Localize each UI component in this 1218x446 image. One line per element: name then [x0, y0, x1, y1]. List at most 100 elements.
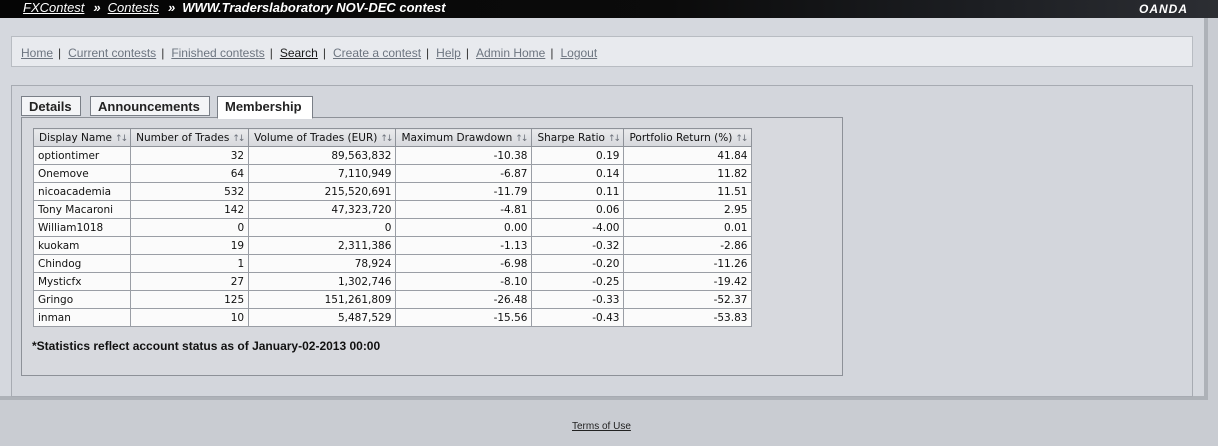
- column-header-label: Number of Trades: [136, 131, 230, 144]
- nav-logout-link[interactable]: Logout: [560, 46, 597, 60]
- stat-cell: 11.82: [623, 164, 753, 183]
- tab-membership[interactable]: Membership: [217, 96, 313, 119]
- column-header-display-name[interactable]: Display Name ↑↓: [32, 128, 132, 147]
- stat-cell: 0.01: [623, 218, 753, 237]
- stat-cell: -4.81: [395, 200, 533, 219]
- stat-cell: 11.51: [623, 182, 753, 201]
- nav-admin-home-link[interactable]: Admin Home: [476, 46, 545, 60]
- table-row: Tony Macaroni 142 47,323,720 -4.81 0.06 2.95: [32, 200, 753, 219]
- stat-cell: 125: [130, 290, 250, 309]
- column-header-label: Volume of Trades (EUR): [254, 131, 378, 144]
- stat-cell: -0.33: [531, 290, 625, 309]
- stat-cell: 215,520,691: [248, 182, 397, 201]
- breadcrumb-current: WWW.Traderslaboratory NOV-DEC contest: [182, 0, 446, 15]
- tab-announcements[interactable]: Announcements: [90, 96, 210, 116]
- table-row: nicoacademia 532 215,520,691 -11.79 0.11 11.5…: [32, 182, 753, 201]
- tab-details[interactable]: Details: [21, 96, 81, 116]
- nav-help-link[interactable]: Help: [436, 46, 461, 60]
- stat-cell: -6.98: [395, 254, 533, 273]
- stat-cell: -53.83: [623, 308, 753, 327]
- statistics-footnote: *Statistics reflect account status as of…: [32, 339, 381, 353]
- column-header-volume-of-trades[interactable]: Volume of Trades (EUR) ↑↓: [248, 128, 397, 147]
- stat-cell: -0.32: [531, 236, 625, 255]
- stat-cell: -26.48: [395, 290, 533, 309]
- member-name-cell: Gringo: [32, 290, 132, 309]
- stat-cell: 78,924: [248, 254, 397, 273]
- membership-panel: Display Name ↑↓ Number of Trades ↑↓ Volume…: [21, 117, 843, 376]
- stat-cell: 0: [130, 218, 250, 237]
- column-header-label: Portfolio Return (%): [629, 131, 733, 144]
- stat-cell: 41.84: [623, 146, 753, 165]
- nav-search-link[interactable]: Search: [280, 46, 318, 60]
- stat-cell: 1: [130, 254, 250, 273]
- table-row: kuokam 19 2,311,386 -1.13 -0.32 -2.86: [32, 236, 753, 255]
- stat-cell: -11.26: [623, 254, 753, 273]
- stat-cell: 7,110,949: [248, 164, 397, 183]
- stat-cell: 151,261,809: [248, 290, 397, 309]
- stat-cell: -11.79: [395, 182, 533, 201]
- table-row: optiontimer 32 89,563,832 -10.38 0.19 41.84: [32, 146, 753, 165]
- table-row: inman 10 5,487,529 -15.56 -0.43 -53.83: [32, 308, 753, 327]
- stat-cell: 27: [130, 272, 250, 291]
- stat-cell: 89,563,832: [248, 146, 397, 165]
- nav-separator: |: [426, 46, 430, 60]
- sort-arrows-icon[interactable]: ↑↓: [515, 134, 528, 144]
- column-header-label: Display Name: [39, 131, 113, 144]
- member-name-cell: William1018: [32, 218, 132, 237]
- sort-arrows-icon[interactable]: ↑↓: [608, 134, 621, 144]
- terms-of-use-link[interactable]: Terms of Use: [572, 421, 631, 432]
- member-name-cell: inman: [32, 308, 132, 327]
- nav-finished-contests-link[interactable]: Finished contests: [171, 46, 264, 60]
- column-header-maximum-drawdown[interactable]: Maximum Drawdown ↑↓: [395, 128, 533, 147]
- stat-cell: 532: [130, 182, 250, 201]
- stat-cell: 19: [130, 236, 250, 255]
- stat-cell: 0: [248, 218, 397, 237]
- stat-cell: -8.10: [395, 272, 533, 291]
- nav-current-contests-link[interactable]: Current contests: [68, 46, 156, 60]
- top-bar: FXContest » Contests » WWW.Traderslaboratory…: [0, 0, 1218, 18]
- main-nav: Home | Current contests | Finished contests |…: [11, 36, 1193, 67]
- oanda-logo: OANDA: [1139, 2, 1188, 16]
- sort-arrows-icon[interactable]: ↑↓: [380, 134, 393, 144]
- table-row: Onemove 64 7,110,949 -6.87 0.14 11.82: [32, 164, 753, 183]
- stat-cell: 64: [130, 164, 250, 183]
- breadcrumb-contests-link[interactable]: Contests: [108, 0, 159, 15]
- table-row: William1018 0 0 0.00 -4.00 0.01: [32, 218, 753, 237]
- sort-arrows-icon[interactable]: ↑↓: [115, 134, 128, 144]
- sort-arrows-icon[interactable]: ↑↓: [735, 134, 748, 144]
- membership-table: Display Name ↑↓ Number of Trades ↑↓ Volume…: [32, 128, 753, 327]
- column-header-label: Maximum Drawdown: [401, 131, 513, 144]
- column-header-number-of-trades[interactable]: Number of Trades ↑↓: [130, 128, 250, 147]
- nav-create-contest-link[interactable]: Create a contest: [333, 46, 421, 60]
- table-row: Chindog 1 78,924 -6.98 -0.20 -11.26: [32, 254, 753, 273]
- stat-cell: -10.38: [395, 146, 533, 165]
- stat-cell: 10: [130, 308, 250, 327]
- stat-cell: 47,323,720: [248, 200, 397, 219]
- breadcrumb-separator: »: [93, 0, 101, 15]
- breadcrumb-fxcontest-link[interactable]: FXContest: [23, 0, 84, 15]
- stat-cell: 0.11: [531, 182, 625, 201]
- table-row: Mysticfx 27 1,302,746 -8.10 -0.25 -19.42: [32, 272, 753, 291]
- column-header-portfolio-return[interactable]: Portfolio Return (%) ↑↓: [623, 128, 753, 147]
- breadcrumb-separator: »: [167, 0, 176, 15]
- member-name-cell: Chindog: [32, 254, 132, 273]
- stat-cell: 32: [130, 146, 250, 165]
- stat-cell: -6.87: [395, 164, 533, 183]
- stat-cell: 142: [130, 200, 250, 219]
- member-name-cell: nicoacademia: [32, 182, 132, 201]
- sort-arrows-icon[interactable]: ↑↓: [232, 134, 245, 144]
- nav-separator: |: [161, 46, 165, 60]
- member-name-cell: optiontimer: [32, 146, 132, 165]
- column-header-sharpe-ratio[interactable]: Sharpe Ratio ↑↓: [531, 128, 625, 147]
- stat-cell: -1.13: [395, 236, 533, 255]
- stat-cell: 0.06: [531, 200, 625, 219]
- stat-cell: 5,487,529: [248, 308, 397, 327]
- nav-separator: |: [465, 46, 469, 60]
- table-row: Gringo 125 151,261,809 -26.48 -0.33 -52.37: [32, 290, 753, 309]
- stat-cell: 2,311,386: [248, 236, 397, 255]
- stat-cell: 1,302,746: [248, 272, 397, 291]
- stat-cell: -52.37: [623, 290, 753, 309]
- nav-home-link[interactable]: Home: [21, 46, 53, 60]
- stat-cell: -2.86: [623, 236, 753, 255]
- stat-cell: -15.56: [395, 308, 533, 327]
